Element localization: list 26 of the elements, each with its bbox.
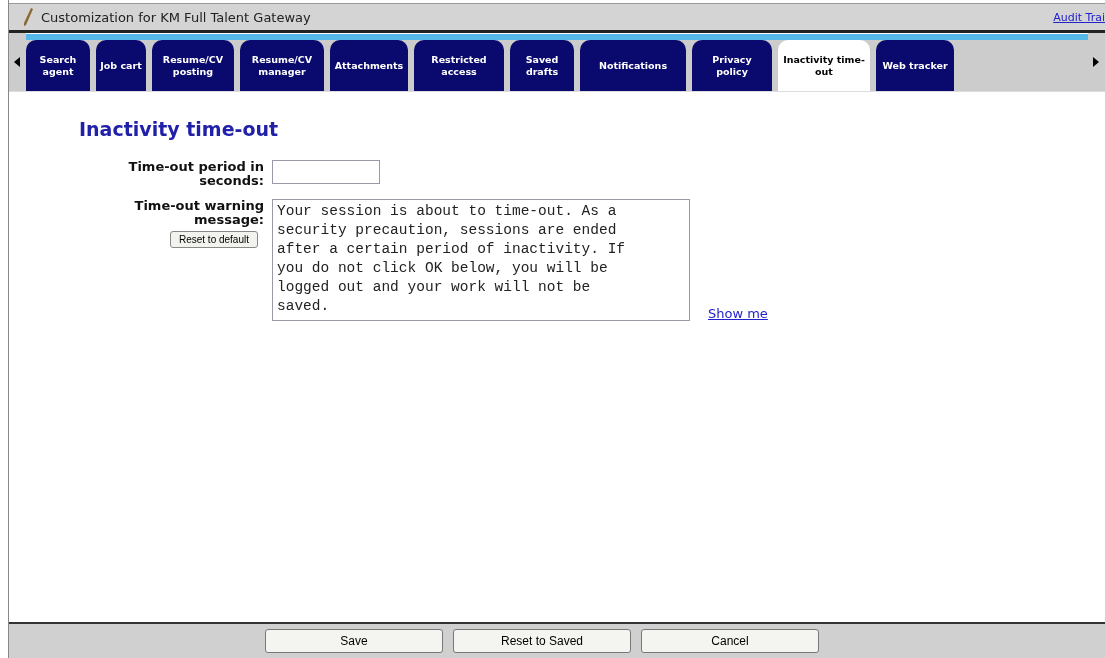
footer-button[interactable]: Reset to Saved (453, 629, 631, 653)
tab[interactable]: Job cart (96, 40, 146, 91)
message-field[interactable]: Your session is about to time-out. As a security precaution, sessions are ended after a certain period of inactivity. If you do not click OK below, you will be logged out and your work will not be saved. (272, 199, 690, 322)
field-label: Time-out warning message: (133, 199, 264, 227)
field-label: Time-out period in seconds: (127, 160, 264, 188)
tab[interactable]: Privacy policy (692, 40, 772, 91)
page-heading: Inactivity time-out (79, 118, 280, 140)
reset-default-button[interactable]: Reset to default (169, 230, 258, 248)
pencil-icon (23, 7, 33, 27)
tab[interactable]: Resume/CV manager (240, 40, 324, 91)
tab[interactable]: Notifications (580, 40, 686, 91)
tab[interactable]: Restricted access (414, 40, 504, 91)
tab[interactable]: Saved drafts (510, 40, 574, 91)
tab[interactable]: Search agent (26, 40, 90, 91)
tab[interactable]: Web tracker (876, 40, 954, 91)
show-me-link[interactable]: Show me (708, 306, 768, 322)
scroll-right-icon[interactable] (1093, 57, 1099, 67)
scroll-left-icon[interactable] (14, 57, 20, 67)
tab[interactable]: Inactivity time-out (778, 40, 870, 91)
tab[interactable]: Attachments (330, 40, 408, 91)
tab[interactable]: Resume/CV posting (152, 40, 234, 91)
window-title: Customization for KM Full Talent Gateway (41, 9, 311, 25)
input-field[interactable] (272, 160, 380, 184)
footer-button[interactable]: Cancel (641, 629, 819, 653)
audit-trail-link[interactable]: Audit Trai (1053, 10, 1105, 24)
footer-button[interactable]: Save (265, 629, 443, 653)
